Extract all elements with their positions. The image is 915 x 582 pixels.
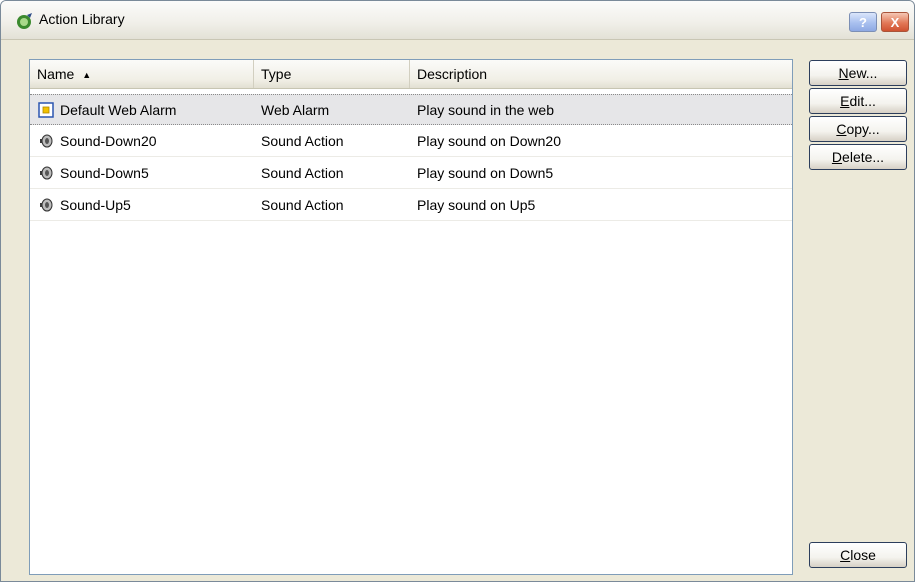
- edit-button[interactable]: Edit...: [809, 88, 907, 114]
- app-logo-icon: [17, 13, 32, 29]
- column-header-name[interactable]: Name ▲: [30, 60, 254, 88]
- window-title: Action Library: [39, 11, 125, 27]
- row-name: Default Web Alarm: [60, 102, 177, 118]
- action-library-dialog: Action Library ? X Name ▲ Type Descripti…: [0, 0, 915, 582]
- row-type: Web Alarm: [261, 102, 330, 118]
- close-button[interactable]: Close: [809, 542, 907, 568]
- row-name: Sound-Down20: [60, 133, 157, 149]
- new-button[interactable]: New...: [809, 60, 907, 86]
- row-name: Sound-Down5: [60, 165, 149, 181]
- list-row-sound-up5[interactable]: Sound-Up5 Sound Action Play sound on Up5: [30, 190, 792, 221]
- row-description: Play sound on Down5: [417, 165, 554, 181]
- row-description: Play sound in the web: [417, 102, 554, 118]
- row-name: Sound-Up5: [60, 197, 131, 213]
- speaker-icon: [40, 198, 53, 212]
- column-header-name-label: Name: [37, 66, 75, 82]
- speaker-icon: [40, 134, 53, 148]
- column-header-type[interactable]: Type: [254, 60, 410, 88]
- web-alarm-icon: [38, 102, 54, 118]
- speaker-icon: [40, 166, 53, 180]
- list-header: Name ▲ Type Description: [30, 60, 792, 89]
- close-window-button[interactable]: X: [881, 12, 909, 32]
- list-row-sound-down5[interactable]: Sound-Down5 Sound Action Play sound on D…: [30, 158, 792, 189]
- column-header-type-label: Type: [261, 66, 292, 82]
- help-button[interactable]: ?: [849, 12, 877, 32]
- row-description: Play sound on Up5: [417, 197, 536, 213]
- title-bar[interactable]: Action Library ? X: [1, 1, 914, 40]
- column-header-description-label: Description: [417, 66, 488, 82]
- delete-button[interactable]: Delete...: [809, 144, 907, 170]
- copy-button[interactable]: Copy...: [809, 116, 907, 142]
- list-row-sound-down20[interactable]: Sound-Down20 Sound Action Play sound on …: [30, 126, 792, 157]
- action-list[interactable]: Name ▲ Type Description Default Web Alar…: [29, 59, 793, 575]
- row-type: Sound Action: [261, 165, 344, 181]
- row-type: Sound Action: [261, 197, 344, 213]
- row-type: Sound Action: [261, 133, 344, 149]
- list-row-default-web-alarm[interactable]: Default Web Alarm Web Alarm Play sound i…: [30, 94, 792, 125]
- row-description: Play sound on Down20: [417, 133, 561, 149]
- column-header-description[interactable]: Description: [410, 60, 792, 88]
- sort-ascending-icon: ▲: [82, 70, 92, 80]
